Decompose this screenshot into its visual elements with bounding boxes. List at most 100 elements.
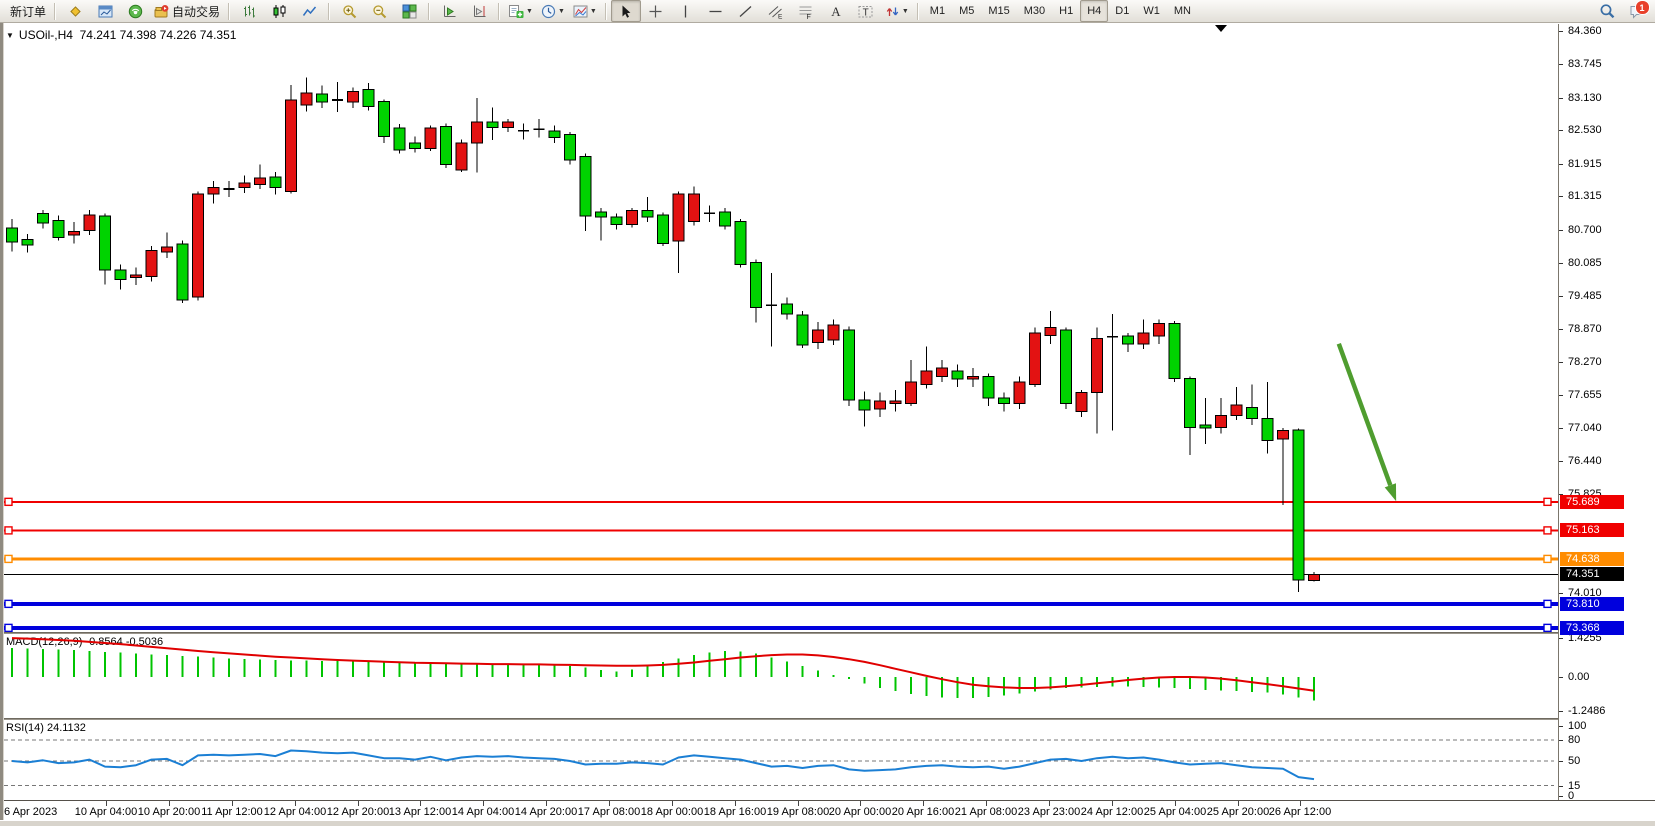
timeframe-mn-button[interactable]: MN [1167, 0, 1198, 22]
horizontal-line-73.810[interactable] [0, 600, 1558, 607]
rsi-panel[interactable]: RSI(14) 24.1132 [0, 720, 1558, 800]
chevron-down-icon[interactable]: ▼ [590, 8, 597, 15]
new-chart-button[interactable]: ▼ [504, 0, 537, 22]
hline-icon [708, 4, 723, 19]
hline-price-badge: 73.810 [1560, 597, 1624, 611]
line-handle[interactable] [1544, 498, 1551, 505]
horizontal-line-73.368[interactable] [0, 624, 1558, 631]
price-tick-label: 80.085 [1568, 257, 1602, 269]
line-handle[interactable] [5, 624, 12, 631]
time-axis-label: 6 Apr 2023 [4, 806, 57, 818]
timeframe-m1-button[interactable]: M1 [923, 0, 952, 22]
toolbar-separator [605, 3, 607, 20]
chevron-down-icon[interactable]: ▼ [526, 8, 533, 15]
price-tick-label: 78.270 [1568, 356, 1602, 368]
trendline-button[interactable] [731, 0, 761, 22]
line-handle[interactable] [1544, 527, 1551, 534]
tile-windows-icon [402, 4, 417, 19]
price-tick-mark [1559, 362, 1563, 363]
rsi-canvas[interactable] [0, 720, 1558, 800]
tile-windows-button[interactable] [394, 0, 424, 22]
chart-symbol-timeframe: USOil-,H4 [19, 28, 73, 42]
bar-chart-button[interactable] [234, 0, 264, 22]
autotrading-button[interactable]: 自动交易 [150, 0, 224, 22]
candles-icon [272, 4, 287, 19]
hline-price-badge: 75.163 [1560, 523, 1624, 537]
macd-tick-label: 0.00 [1568, 671, 1589, 683]
search-button[interactable] [1592, 0, 1622, 22]
text-button[interactable]: A [821, 0, 851, 22]
horizontal-line-75.689[interactable] [0, 498, 1558, 505]
line-handle[interactable] [1544, 600, 1551, 607]
panel-separator[interactable] [0, 718, 1655, 720]
price-tick-label: 84.360 [1568, 25, 1602, 37]
line-handle[interactable] [1544, 624, 1551, 631]
data-window-button[interactable] [90, 0, 120, 22]
periods-button[interactable]: ▼ [537, 0, 569, 22]
line-handle[interactable] [5, 600, 12, 607]
line-handle[interactable] [5, 527, 12, 534]
chart-shift-button[interactable] [464, 0, 494, 22]
fibonacci-button[interactable]: F [791, 0, 821, 22]
price-tick-mark [1559, 329, 1563, 330]
price-tick-label: 83.745 [1568, 58, 1602, 70]
auto-scroll-button[interactable] [434, 0, 464, 22]
templates-button[interactable]: ▼ [569, 0, 601, 22]
timeframe-m30-button[interactable]: M30 [1017, 0, 1052, 22]
hline-price-badge: 73.368 [1560, 621, 1624, 635]
price-tick-mark [1559, 230, 1563, 231]
zoom-in-button[interactable] [334, 0, 364, 22]
signals-button[interactable] [120, 0, 150, 22]
cursor-button[interactable] [611, 0, 641, 22]
bottom-strip [0, 821, 1655, 826]
trend-arrow-annotation[interactable] [1339, 344, 1396, 501]
price-tick-label: 77.040 [1568, 422, 1602, 434]
chevron-down-icon[interactable]: ▼ [902, 8, 909, 15]
new-order-button[interactable]: 新订单 [3, 0, 50, 22]
svg-text:T: T [863, 7, 869, 18]
horizontal-line-button[interactable] [701, 0, 731, 22]
candlestick-chart-button[interactable] [264, 0, 294, 22]
vertical-line-button[interactable] [671, 0, 701, 22]
horizontal-line-75.163[interactable] [0, 527, 1558, 534]
chart-ohlc-readout: 74.241 74.398 74.226 74.351 [80, 28, 237, 42]
crosshair-button[interactable] [641, 0, 671, 22]
chevron-down-icon[interactable]: ▼ [558, 8, 565, 15]
autotrading-button-label: 自动交易 [172, 3, 220, 20]
horizontal-line-74.638[interactable] [0, 555, 1558, 562]
timeframe-m15-button[interactable]: M15 [981, 0, 1016, 22]
timeframe-h4-button[interactable]: H4 [1080, 0, 1108, 22]
macd-signal-line [12, 638, 1314, 691]
timeframe-m5-button[interactable]: M5 [952, 0, 981, 22]
line-chart-button[interactable] [294, 0, 324, 22]
price-axis[interactable]: 84.36083.74583.13082.53081.91581.31580.7… [1558, 24, 1655, 800]
main-chart-panel[interactable]: ▼ USOil-,H4 74.241 74.398 74.226 74.351 [0, 24, 1558, 632]
autotrading-icon [154, 4, 169, 19]
macd-canvas[interactable] [0, 634, 1558, 718]
timeframe-d1-button[interactable]: D1 [1108, 0, 1136, 22]
macd-panel[interactable]: MACD(12,26,9) -0.8564 -0.5036 [0, 634, 1558, 718]
chat-button[interactable]: 1 [1622, 0, 1652, 22]
panel-separator[interactable] [0, 632, 1655, 634]
price-tick-mark [1559, 130, 1563, 131]
price-tick-mark [1559, 196, 1563, 197]
price-tick-mark [1559, 428, 1563, 429]
main-chart-canvas[interactable] [0, 24, 1558, 632]
arrows-button[interactable]: ▼ [881, 0, 913, 22]
time-axis-label: 21 Apr 08:00 [955, 806, 1017, 818]
one-click-trading-expander[interactable]: ▼ [6, 31, 14, 40]
line-handle[interactable] [5, 555, 12, 562]
time-axis[interactable]: 6 Apr 202310 Apr 04:0010 Apr 20:0011 Apr… [0, 800, 1655, 820]
text-label-button[interactable]: T [851, 0, 881, 22]
line-handle[interactable] [5, 498, 12, 505]
time-axis-label: 10 Apr 20:00 [138, 806, 200, 818]
equidistant-channel-button[interactable]: E [761, 0, 791, 22]
rsi-tick-mark [1559, 740, 1563, 741]
line-handle[interactable] [1544, 555, 1551, 562]
chart-shift-marker[interactable] [1215, 25, 1227, 32]
market-watch-button[interactable] [60, 0, 90, 22]
timeframe-w1-button[interactable]: W1 [1136, 0, 1167, 22]
price-tick-label: 83.130 [1568, 92, 1602, 104]
timeframe-h1-button[interactable]: H1 [1052, 0, 1080, 22]
zoom-out-button[interactable] [364, 0, 394, 22]
